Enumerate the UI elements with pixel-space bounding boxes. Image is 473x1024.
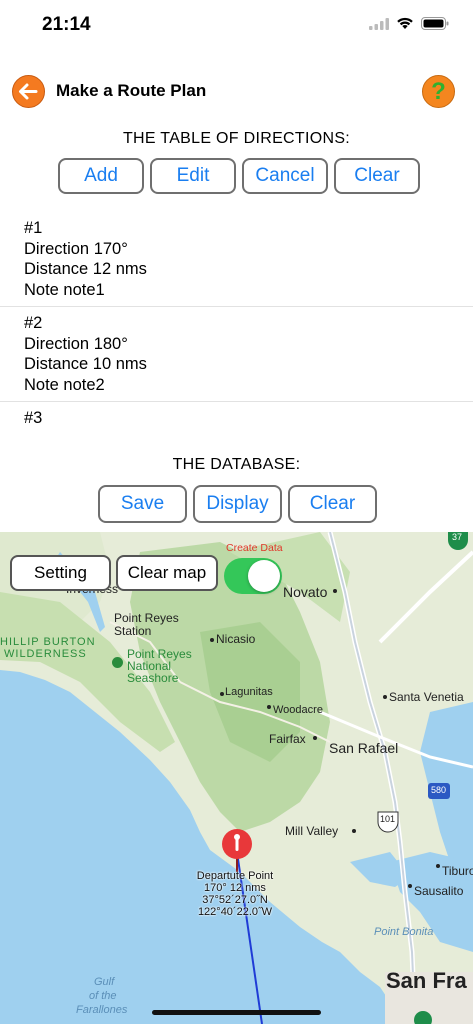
entry-direction: Direction 170° bbox=[24, 239, 128, 258]
entry-index: #2 bbox=[24, 314, 43, 332]
create-data-toggle[interactable] bbox=[224, 558, 282, 594]
park-icon bbox=[112, 657, 123, 668]
hwy-37-shield: 37 bbox=[452, 532, 463, 542]
map-label-nicasio: Nicasio bbox=[216, 632, 256, 646]
list-item[interactable]: #2 Direction 180° Distance 10 nms Note n… bbox=[0, 307, 473, 402]
status-time: 21:14 bbox=[42, 14, 91, 35]
map-label-woodacre: Woodacre bbox=[273, 704, 323, 716]
back-button[interactable] bbox=[12, 75, 45, 108]
entry-note: Note note1 bbox=[24, 280, 105, 299]
pin-name: Departute Point bbox=[196, 870, 274, 882]
toggle-knob bbox=[248, 560, 280, 592]
pin-course: 170° 12 nms bbox=[204, 882, 266, 894]
directions-toolbar: Add Edit Cancel Clear bbox=[58, 158, 420, 194]
map-label-sausalito: Sausalito bbox=[414, 884, 464, 898]
map-label-lagunitas: Lagunitas bbox=[225, 686, 273, 698]
clear-database-button[interactable]: Clear bbox=[288, 485, 377, 523]
map-label-gulf-3: Farallones bbox=[76, 1004, 128, 1016]
directions-list[interactable]: #1 Direction 170° Distance 12 nms Note n… bbox=[0, 212, 473, 452]
add-button[interactable]: Add bbox=[58, 158, 144, 194]
map-label-pr-seashore-3: Seashore bbox=[127, 671, 179, 685]
map-label-mill-valley: Mill Valley bbox=[285, 824, 339, 838]
map-dot bbox=[352, 829, 356, 833]
entry-direction: Direction 180° bbox=[24, 334, 128, 353]
map-label-point-bonita: Point Bonita bbox=[374, 926, 434, 938]
map-dot bbox=[383, 695, 387, 699]
pin-callout: Departute Point 170° 12 nms 37°52´27.0˝N… bbox=[160, 870, 310, 918]
map-label-san-francisco: San Fra bbox=[386, 968, 467, 993]
map-dot bbox=[436, 864, 440, 868]
cancel-button[interactable]: Cancel bbox=[242, 158, 328, 194]
map-label-point-reyes-station: Point Reyes bbox=[114, 611, 179, 625]
map-dot bbox=[210, 638, 214, 642]
display-button[interactable]: Display bbox=[193, 485, 282, 523]
signal-icon bbox=[369, 17, 389, 30]
map-label-fairfax: Fairfax bbox=[269, 732, 306, 746]
map-label-tiburon: Tiburo bbox=[442, 864, 473, 878]
directions-heading: THE TABLE OF DIRECTIONS: bbox=[122, 130, 351, 147]
entry-distance: Distance 12 nms bbox=[24, 260, 147, 278]
map-background bbox=[0, 532, 473, 1024]
map-label-wilderness: WILDERNESS bbox=[4, 648, 87, 660]
map-label-gulf-2: of the bbox=[89, 990, 117, 1002]
list-item[interactable]: #3 bbox=[0, 402, 473, 435]
pin-lat: 37°52´27.0˝N bbox=[202, 894, 268, 906]
status-icons bbox=[369, 17, 449, 30]
map-label-phillip-burton: HILLIP BURTON bbox=[0, 636, 96, 648]
map-dot bbox=[333, 589, 337, 593]
clear-map-button[interactable]: Clear map bbox=[116, 555, 218, 591]
battery-icon bbox=[421, 17, 449, 30]
map-dot bbox=[220, 692, 224, 696]
list-item[interactable]: #1 Direction 170° Distance 12 nms Note n… bbox=[0, 212, 473, 307]
map-label-gulf-1: Gulf bbox=[94, 976, 115, 988]
arrow-left-icon bbox=[19, 83, 38, 100]
create-data-label: Create Data bbox=[226, 542, 283, 554]
database-toolbar: Save Display Clear bbox=[98, 485, 377, 523]
map-dot bbox=[313, 736, 317, 740]
map-dot bbox=[267, 705, 271, 709]
map-label-san-rafael: San Rafael bbox=[329, 740, 399, 756]
hwy-101-shield: 101 bbox=[380, 814, 396, 824]
map-dot bbox=[408, 884, 412, 888]
entry-index: #3 bbox=[24, 409, 43, 427]
entry-distance: Distance 10 nms bbox=[24, 355, 147, 373]
help-icon: ? bbox=[431, 78, 446, 105]
map-label-santa-venetia: Santa Venetia bbox=[389, 690, 464, 704]
entry-note: Note note2 bbox=[24, 375, 105, 394]
map-label-novato: Novato bbox=[283, 584, 328, 600]
save-button[interactable]: Save bbox=[98, 485, 187, 523]
edit-button[interactable]: Edit bbox=[150, 158, 236, 194]
database-heading: THE DATABASE: bbox=[0, 457, 473, 481]
home-indicator[interactable] bbox=[152, 1010, 321, 1015]
wifi-icon bbox=[397, 17, 413, 29]
map-label-point-reyes-station-2: Station bbox=[114, 624, 152, 638]
page-title: Make a Route Plan bbox=[56, 81, 207, 100]
map-view[interactable]: Inverness Point Reyes Station HILLIP BUR… bbox=[0, 532, 473, 1024]
status-bar: 21:14 bbox=[0, 0, 473, 54]
nav-bar: Make a Route Plan ? bbox=[0, 72, 473, 112]
hwy-580-shield: 580 bbox=[431, 785, 447, 795]
pin-lon: 122°40´22.0˝W bbox=[197, 906, 273, 918]
help-button[interactable]: ? bbox=[422, 75, 455, 108]
map-pin-icon[interactable] bbox=[219, 828, 255, 872]
entry-index: #1 bbox=[24, 219, 43, 237]
clear-directions-button[interactable]: Clear bbox=[334, 158, 420, 194]
setting-button[interactable]: Setting bbox=[10, 555, 111, 591]
